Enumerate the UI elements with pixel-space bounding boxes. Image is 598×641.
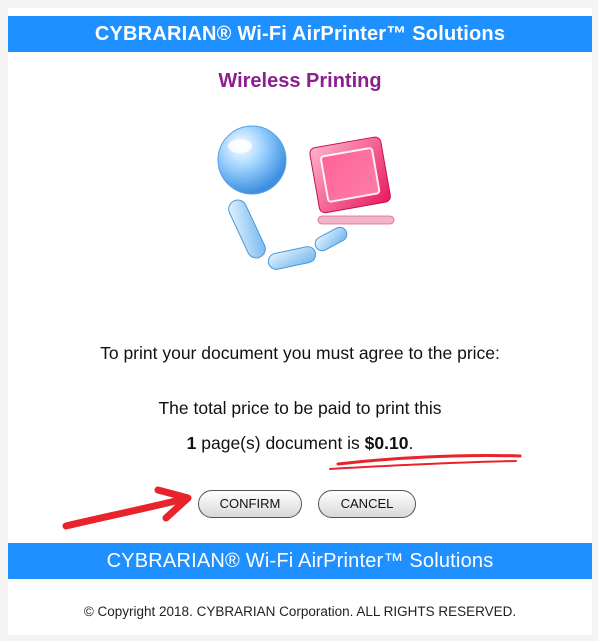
copyright-text: © Copyright 2018. CYBRARIAN Corporation.… [83,604,517,619]
logo-monitor [309,136,391,214]
price-value: $0.10 [364,433,409,453]
wireless-printing-logo-icon [217,125,395,270]
confirm-button[interactable]: CONFIRM [198,490,302,518]
page-count: 1 [186,433,197,453]
price-suffix: . [408,433,414,453]
bottom-banner: CYBRARIAN® Wi-Fi AirPrinter™ Solutions [8,543,592,579]
agreement-instruction: To print your document you must agree to… [100,343,500,363]
logo-sphere [217,125,287,195]
price-statement-line1: The total price to be paid to print this [158,398,442,418]
main-panel: CYBRARIAN® Wi-Fi AirPrinter™ Solutions W… [8,8,592,635]
price-statement-middle: page(s) document is [196,433,365,453]
page-title: Wireless Printing [218,70,382,92]
price-statement-line2: 1 page(s) document is $0.10. [8,433,592,454]
cancel-button[interactable]: CANCEL [318,490,416,518]
top-banner: CYBRARIAN® Wi-Fi AirPrinter™ Solutions [8,16,592,52]
